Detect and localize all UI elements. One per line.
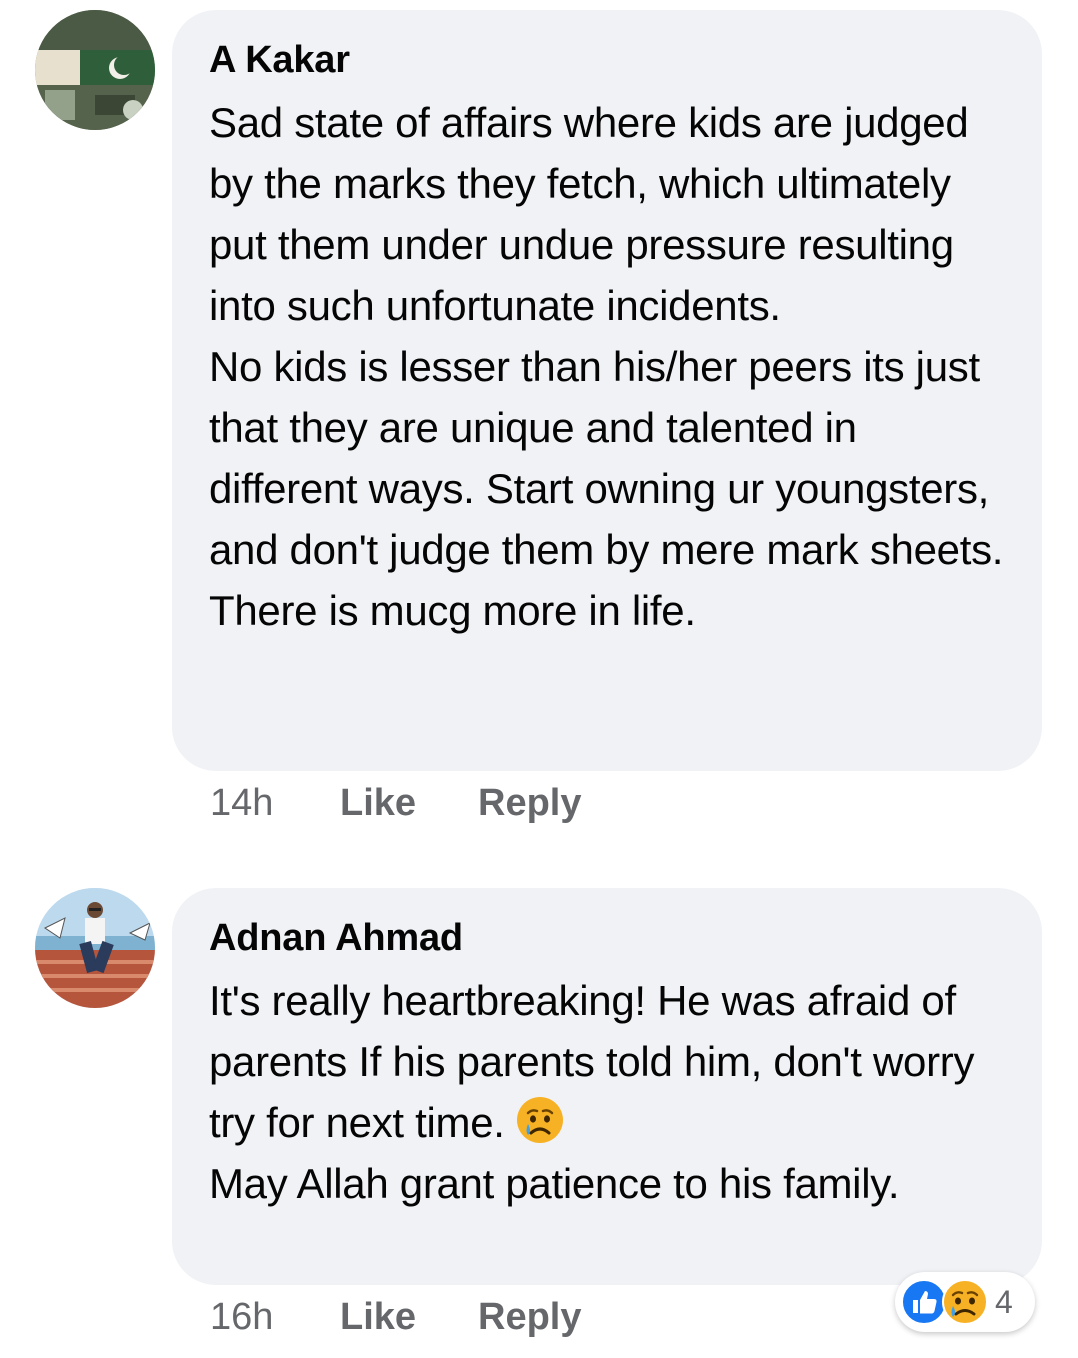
avatar-person-image [35,888,155,1008]
reply-button[interactable]: Reply [478,778,581,828]
sad-crying-emoji-icon [516,1097,563,1143]
avatar-flag-image [35,10,155,130]
comment-bubble: Adnan Ahmad It's really heartbreaking! H… [172,888,1042,1285]
comment-author[interactable]: A Kakar [209,38,1012,82]
comment-paragraph: May Allah grant patience to his family. [209,1160,900,1207]
comment-paragraph-text: It's really heartbreaking! He was afraid… [209,977,975,1146]
sad-reaction-icon [942,1279,988,1325]
reply-button[interactable]: Reply [478,1292,581,1342]
comment-paragraph: No kids is lesser than his/her peers its… [209,343,1004,634]
comment-timestamp[interactable]: 16h [210,1292,273,1342]
comment-text: It's really heartbreaking! He was afraid… [209,970,1012,1214]
reactions-summary[interactable]: 4 [895,1272,1035,1332]
like-button[interactable]: Like [340,1292,416,1342]
comment-paragraph: It's really heartbreaking! He was afraid… [209,970,1012,1153]
comment-bubble: A Kakar Sad state of affairs where kids … [172,10,1042,771]
comment-author[interactable]: Adnan Ahmad [209,916,1012,960]
avatar-adnan-ahmad[interactable] [35,888,155,1008]
comment-text: Sad state of affairs where kids are judg… [209,92,1012,641]
reaction-count: 4 [995,1284,1013,1320]
comment-paragraph: Sad state of affairs where kids are judg… [209,99,969,329]
comment-timestamp[interactable]: 14h [210,778,273,828]
like-button[interactable]: Like [340,778,416,828]
avatar-a-kakar[interactable] [35,10,155,130]
